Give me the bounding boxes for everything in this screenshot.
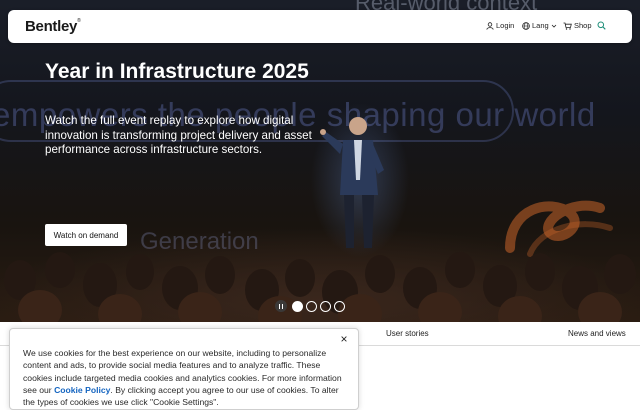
logo-trademark: ® xyxy=(77,18,81,24)
carousel-controls xyxy=(275,299,345,313)
speaker-figure xyxy=(320,117,384,248)
tab-user-stories[interactable]: User stories xyxy=(386,329,429,338)
carousel-dot-3[interactable] xyxy=(320,300,331,312)
hero-banner: Real-world context empowers the people s… xyxy=(0,0,640,322)
cart-icon xyxy=(563,22,572,30)
bentley-logo[interactable]: Bentley® xyxy=(25,18,81,35)
login-link[interactable]: Login xyxy=(486,21,514,30)
pause-icon[interactable] xyxy=(275,300,287,312)
language-label: Lang xyxy=(532,21,549,30)
tab-news-and-views[interactable]: News and views xyxy=(568,329,626,338)
cookie-message: We use cookies for the best experience o… xyxy=(23,347,345,408)
logo-text: Bentley xyxy=(25,18,78,35)
globe-icon xyxy=(522,21,530,30)
watch-on-demand-button[interactable]: Watch on demand xyxy=(45,224,127,246)
top-navigation: Bentley® Login Lang Shop xyxy=(8,10,632,43)
close-icon[interactable]: × xyxy=(337,332,351,346)
hero-description: Watch the full event replay to explore h… xyxy=(45,114,312,156)
shop-label: Shop xyxy=(574,21,592,30)
language-selector[interactable]: Lang xyxy=(522,21,557,30)
search-button[interactable] xyxy=(597,21,606,30)
chevron-down-icon xyxy=(551,23,557,29)
cookie-banner: × We use cookies for the best experience… xyxy=(9,328,359,410)
shop-link[interactable]: Shop xyxy=(563,21,592,30)
login-label: Login xyxy=(496,21,515,30)
search-icon xyxy=(597,21,606,30)
cookie-policy-link[interactable]: Cookie Policy xyxy=(54,385,110,395)
carousel-dot-1[interactable] xyxy=(292,300,303,312)
carousel-dot-2[interactable] xyxy=(306,300,317,312)
hero-title: Year in Infrastructure 2025 xyxy=(45,60,309,83)
user-icon xyxy=(486,21,494,30)
carousel-dot-4[interactable] xyxy=(334,300,345,312)
